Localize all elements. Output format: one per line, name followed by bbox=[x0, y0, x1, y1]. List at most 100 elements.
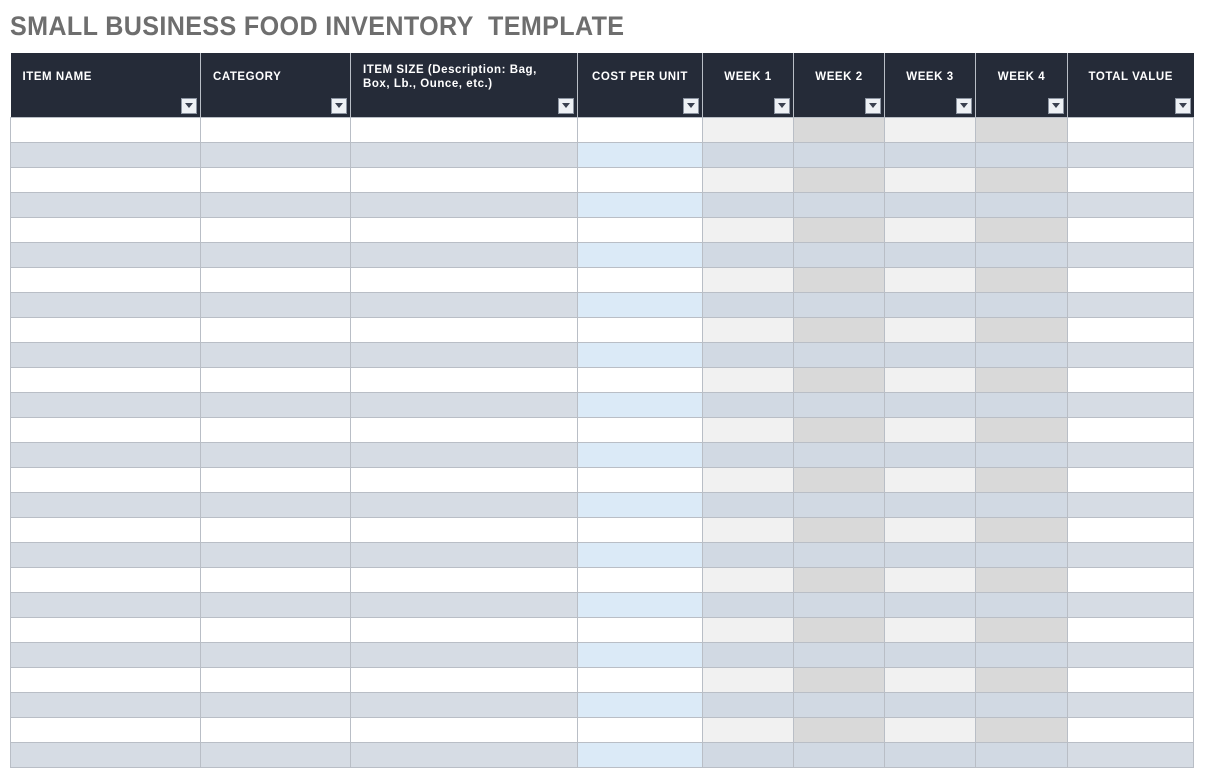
cell-week-1[interactable] bbox=[702, 442, 794, 468]
cell-week-4[interactable] bbox=[975, 492, 1068, 518]
cell-cost-per-unit[interactable] bbox=[577, 392, 703, 418]
cell-week-4[interactable] bbox=[975, 317, 1068, 343]
cell-item-name[interactable] bbox=[10, 417, 201, 443]
cell-week-4[interactable] bbox=[975, 542, 1068, 568]
cell-week-2[interactable] bbox=[793, 142, 885, 168]
cell-week-2[interactable] bbox=[793, 342, 885, 368]
cell-total-value[interactable] bbox=[1067, 717, 1194, 743]
cell-cost-per-unit[interactable] bbox=[577, 692, 703, 718]
cell-week-3[interactable] bbox=[884, 142, 976, 168]
cell-week-1[interactable] bbox=[702, 317, 794, 343]
cell-week-3[interactable] bbox=[884, 192, 976, 218]
cell-item-name[interactable] bbox=[10, 517, 201, 543]
cell-item-size[interactable] bbox=[350, 117, 578, 143]
cell-item-name[interactable] bbox=[10, 142, 201, 168]
cell-week-4[interactable] bbox=[975, 392, 1068, 418]
cell-week-3[interactable] bbox=[884, 167, 976, 193]
cell-week-3[interactable] bbox=[884, 667, 976, 693]
cell-cost-per-unit[interactable] bbox=[577, 217, 703, 243]
cell-week-3[interactable] bbox=[884, 742, 976, 768]
cell-week-1[interactable] bbox=[702, 392, 794, 418]
cell-cost-per-unit[interactable] bbox=[577, 267, 703, 293]
cell-total-value[interactable] bbox=[1067, 692, 1194, 718]
cell-total-value[interactable] bbox=[1067, 442, 1194, 468]
cell-week-4[interactable] bbox=[975, 267, 1068, 293]
column-header-week-2[interactable]: WEEK 2 bbox=[793, 53, 885, 118]
cell-item-size[interactable] bbox=[350, 442, 578, 468]
cell-week-1[interactable] bbox=[702, 667, 794, 693]
cell-item-size[interactable] bbox=[350, 592, 578, 618]
cell-cost-per-unit[interactable] bbox=[577, 317, 703, 343]
cell-week-4[interactable] bbox=[975, 217, 1068, 243]
cell-category[interactable] bbox=[200, 217, 351, 243]
cell-category[interactable] bbox=[200, 117, 351, 143]
column-header-week-4[interactable]: WEEK 4 bbox=[975, 53, 1068, 118]
column-header-total-value[interactable]: TOTAL VALUE bbox=[1067, 53, 1194, 118]
cell-total-value[interactable] bbox=[1067, 617, 1194, 643]
cell-total-value[interactable] bbox=[1067, 417, 1194, 443]
cell-week-4[interactable] bbox=[975, 692, 1068, 718]
column-header-item-size[interactable]: ITEM SIZE (Description: Bag, Box, Lb., O… bbox=[350, 53, 578, 118]
cell-week-4[interactable] bbox=[975, 592, 1068, 618]
cell-week-1[interactable] bbox=[702, 542, 794, 568]
cell-item-name[interactable] bbox=[10, 667, 201, 693]
cell-week-4[interactable] bbox=[975, 567, 1068, 593]
cell-total-value[interactable] bbox=[1067, 117, 1194, 143]
cell-week-1[interactable] bbox=[702, 342, 794, 368]
cell-cost-per-unit[interactable] bbox=[577, 142, 703, 168]
cell-week-3[interactable] bbox=[884, 542, 976, 568]
cell-week-2[interactable] bbox=[793, 292, 885, 318]
cell-item-size[interactable] bbox=[350, 492, 578, 518]
cell-cost-per-unit[interactable] bbox=[577, 192, 703, 218]
cell-item-name[interactable] bbox=[10, 242, 201, 268]
cell-week-3[interactable] bbox=[884, 642, 976, 668]
filter-dropdown-item-name[interactable] bbox=[181, 97, 197, 114]
cell-item-size[interactable] bbox=[350, 667, 578, 693]
cell-item-size[interactable] bbox=[350, 217, 578, 243]
cell-week-3[interactable] bbox=[884, 517, 976, 543]
cell-cost-per-unit[interactable] bbox=[577, 667, 703, 693]
cell-item-size[interactable] bbox=[350, 517, 578, 543]
cell-item-size[interactable] bbox=[350, 342, 578, 368]
cell-week-2[interactable] bbox=[793, 567, 885, 593]
cell-week-3[interactable] bbox=[884, 317, 976, 343]
cell-week-2[interactable] bbox=[793, 217, 885, 243]
column-header-week-1[interactable]: WEEK 1 bbox=[702, 53, 794, 118]
cell-week-3[interactable] bbox=[884, 617, 976, 643]
cell-item-size[interactable] bbox=[350, 717, 578, 743]
cell-week-4[interactable] bbox=[975, 742, 1068, 768]
cell-item-size[interactable] bbox=[350, 192, 578, 218]
cell-item-size[interactable] bbox=[350, 142, 578, 168]
cell-total-value[interactable] bbox=[1067, 292, 1194, 318]
cell-total-value[interactable] bbox=[1067, 342, 1194, 368]
cell-cost-per-unit[interactable] bbox=[577, 442, 703, 468]
cell-category[interactable] bbox=[200, 317, 351, 343]
cell-category[interactable] bbox=[200, 192, 351, 218]
cell-category[interactable] bbox=[200, 167, 351, 193]
cell-item-name[interactable] bbox=[10, 617, 201, 643]
cell-cost-per-unit[interactable] bbox=[577, 567, 703, 593]
cell-category[interactable] bbox=[200, 492, 351, 518]
cell-item-name[interactable] bbox=[10, 642, 201, 668]
cell-total-value[interactable] bbox=[1067, 392, 1194, 418]
cell-week-4[interactable] bbox=[975, 142, 1068, 168]
cell-cost-per-unit[interactable] bbox=[577, 167, 703, 193]
cell-week-4[interactable] bbox=[975, 642, 1068, 668]
cell-category[interactable] bbox=[200, 467, 351, 493]
cell-item-name[interactable] bbox=[10, 217, 201, 243]
cell-week-2[interactable] bbox=[793, 492, 885, 518]
cell-week-4[interactable] bbox=[975, 517, 1068, 543]
cell-cost-per-unit[interactable] bbox=[577, 517, 703, 543]
cell-total-value[interactable] bbox=[1067, 317, 1194, 343]
cell-week-1[interactable] bbox=[702, 517, 794, 543]
cell-week-1[interactable] bbox=[702, 117, 794, 143]
cell-item-name[interactable] bbox=[10, 117, 201, 143]
cell-item-name[interactable] bbox=[10, 567, 201, 593]
cell-category[interactable] bbox=[200, 617, 351, 643]
cell-item-name[interactable] bbox=[10, 292, 201, 318]
cell-week-2[interactable] bbox=[793, 117, 885, 143]
cell-week-2[interactable] bbox=[793, 742, 885, 768]
cell-week-2[interactable] bbox=[793, 692, 885, 718]
cell-cost-per-unit[interactable] bbox=[577, 117, 703, 143]
cell-week-2[interactable] bbox=[793, 442, 885, 468]
